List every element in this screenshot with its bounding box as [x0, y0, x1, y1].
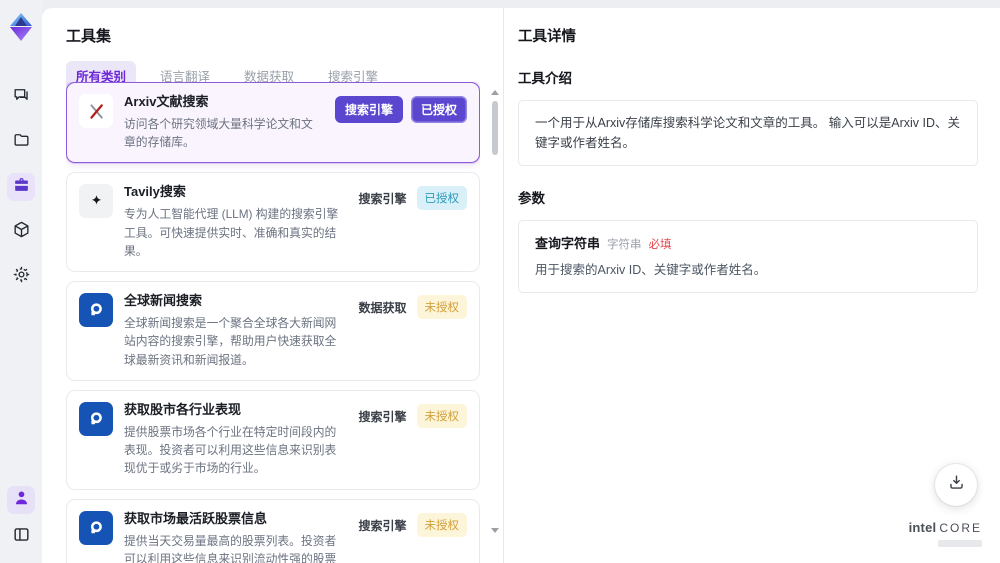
news-blue-icon — [79, 401, 113, 436]
tool-category-tag[interactable]: 搜索引擎 — [334, 96, 403, 123]
files-nav-button[interactable] — [7, 128, 35, 156]
scroll-up-arrow-icon[interactable] — [490, 90, 499, 95]
settings-nav-button[interactable] — [7, 263, 35, 291]
tool-detail-panel: 工具详情 工具介绍 一个用于从Arxiv存储库搜索科学论文和文章的工具。 输入可… — [504, 8, 1000, 563]
scroll-down-arrow-icon[interactable] — [490, 528, 499, 533]
tool-card[interactable]: 获取股市各行业表现提供股票市场各个行业在特定时间段内的表现。投资者可以利用这些信… — [66, 389, 480, 490]
tool-description: 提供股票市场各个行业在特定时间段内的表现。投资者可以利用这些信息来识别表现优于或… — [124, 424, 337, 476]
brand-subtext-bar — [938, 540, 982, 547]
tool-tags: 搜索引擎 未授权 — [356, 511, 467, 563]
tool-description: 提供当天交易量最高的股票列表。投资者可以利用这些信息来识别流动性强的股票和潜在的… — [124, 533, 337, 563]
scrollbar-thumb[interactable] — [491, 101, 498, 155]
panel-icon — [12, 525, 31, 549]
auth-status-badge: 已授权 — [416, 186, 467, 211]
tool-title: Tavily搜索 — [124, 184, 186, 200]
arxiv-icon — [79, 94, 113, 128]
tool-description: 全球新闻搜索是一个聚合全球各大新闻网站内容的搜索引擎，帮助用户快速获取全球最新资… — [124, 316, 337, 367]
sparkle-icon — [79, 184, 113, 219]
tool-category-tag: 搜索引擎 — [358, 409, 407, 424]
tool-title: 全球新闻搜索 — [124, 293, 203, 309]
app-logo[interactable] — [6, 11, 36, 43]
auth-status-badge: 未授权 — [416, 403, 467, 428]
tool-tags: 搜索引擎 已授权 — [356, 184, 467, 260]
gear-icon — [12, 265, 31, 289]
auth-status-badge: 未授权 — [416, 295, 467, 320]
download-icon — [947, 473, 966, 497]
tool-tags: 数据获取 未授权 — [356, 293, 467, 369]
tool-category-tag: 搜索引擎 — [358, 192, 407, 207]
tool-card[interactable]: Arxiv文献搜索访问各个研究领域大量科学论文和文章的存储库。 搜索引擎 已授权 — [66, 82, 480, 164]
download-button[interactable] — [935, 464, 977, 506]
left-rail — [0, 0, 42, 563]
tool-title: 获取股市各行业表现 — [124, 401, 242, 417]
tool-category-tag: 搜索引擎 — [358, 518, 407, 533]
param-description: 用于搜索的Arxiv ID、关键字或作者姓名。 — [535, 263, 767, 277]
rail-nav — [7, 83, 35, 291]
intel-core-logo: intel CORE — [909, 519, 982, 547]
intro-heading: 工具介绍 — [518, 71, 572, 86]
param-type: 字符串 — [607, 239, 642, 251]
detail-title: 工具详情 — [518, 29, 576, 45]
params-heading: 参数 — [518, 191, 545, 206]
tool-title: 获取市场最活跃股票信息 — [124, 510, 268, 526]
auth-status-badge: 未授权 — [416, 512, 467, 537]
user-account-button[interactable] — [7, 486, 35, 514]
tool-card[interactable]: 获取市场最活跃股票信息提供当天交易量最高的股票列表。投资者可以利用这些信息来识别… — [66, 498, 480, 563]
packages-nav-button[interactable] — [7, 218, 35, 246]
tool-list-panel: 工具集 所有类别 语言翻译 数据获取 搜索引擎 Arxiv文献搜索 访问各个研究领域大量… — [42, 8, 504, 563]
brand-core-text: CORE — [939, 521, 982, 535]
tool-tags: 搜索引擎 未授权 — [356, 402, 467, 478]
tool-list: Arxiv文献搜索 访问各个研究领域大量科学论文和文章的存储库。 搜索引擎 已授权 Ta… — [66, 82, 480, 563]
brand-intel-text: intel — [908, 520, 937, 535]
tool-description: 专为人工智能代理 (LLM) 构建的搜索引擎工具。可快速提供实时、准确和真实的结… — [124, 207, 339, 258]
tools-nav-button[interactable] — [7, 173, 35, 201]
tool-category-tag: 数据获取 — [358, 301, 407, 316]
page-title: 工具集 — [66, 28, 112, 45]
briefcase-icon — [12, 175, 31, 199]
tool-title: Arxiv文献搜索 — [124, 94, 209, 109]
tool-description: 访问各个研究领域大量科学论文和文章的存储库。 — [124, 116, 313, 150]
rail-bottom — [7, 486, 35, 551]
tool-card[interactable]: Tavily搜索专为人工智能代理 (LLM) 构建的搜索引擎工具。可快速提供实时… — [66, 172, 480, 273]
tool-tags: 搜索引擎 已授权 — [334, 94, 467, 151]
user-icon — [12, 488, 31, 512]
tool-card[interactable]: 全球新闻搜索全球新闻搜索是一个聚合全球各大新闻网站内容的搜索引擎，帮助用户快速获… — [66, 281, 480, 381]
panel-toggle-button[interactable] — [7, 523, 35, 551]
chat-nav-button[interactable] — [7, 83, 35, 111]
auth-status-badge[interactable]: 已授权 — [410, 96, 467, 123]
chat-icon — [12, 85, 31, 109]
news-blue-icon — [79, 510, 113, 545]
intro-text-box: 一个用于从Arxiv存储库搜索科学论文和文章的工具。 输入可以是Arxiv ID… — [518, 100, 978, 166]
param-required-flag: 必填 — [648, 239, 672, 251]
folder-icon — [12, 130, 31, 154]
workspace: 工具集 所有类别 语言翻译 数据获取 搜索引擎 Arxiv文献搜索 访问各个研究领域大量… — [42, 8, 1000, 563]
parameter-card: 查询字符串 字符串 必填 用于搜索的Arxiv ID、关键字或作者姓名。 — [518, 220, 978, 293]
list-scrollbar[interactable] — [490, 90, 499, 557]
news-blue-icon — [79, 293, 113, 328]
param-name: 查询字符串 — [535, 236, 601, 251]
cube-icon — [12, 220, 31, 244]
